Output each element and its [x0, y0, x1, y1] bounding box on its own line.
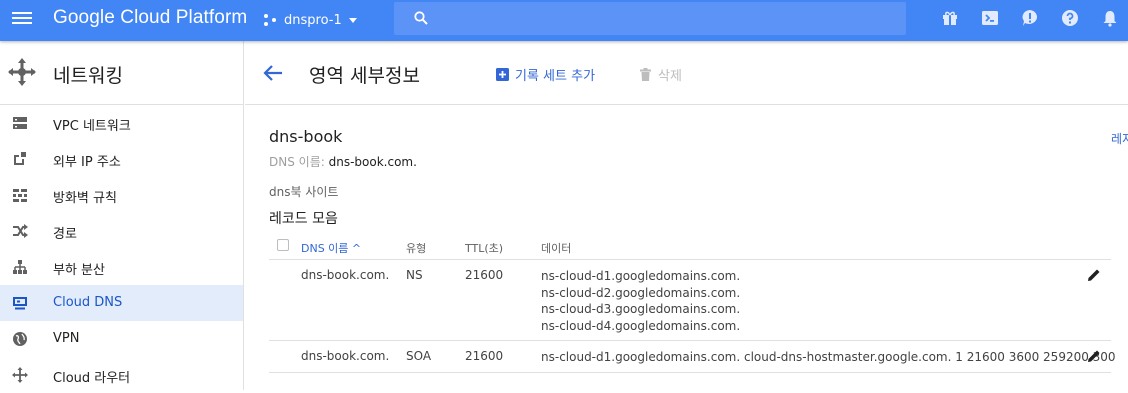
cloud-dns-icon: [13, 297, 27, 310]
vpc-network-icon: [13, 117, 27, 129]
routes-icon: [13, 224, 28, 238]
vpn-icon: [13, 332, 27, 346]
add-record-set-button[interactable]: 기록 세트 추가: [496, 65, 595, 84]
dns-name-value: dns-book.com.: [328, 155, 417, 169]
record-data-line: ns-cloud-d4.googledomains.com.: [541, 318, 741, 333]
cloud-router-icon: [12, 367, 28, 383]
sidebar-item-cloud-router[interactable]: Cloud 라우터: [0, 357, 243, 393]
sidebar-item-label: Cloud DNS: [53, 295, 123, 310]
dns-name-label: DNS 이름:: [269, 155, 325, 169]
records-table: DNS 이름 ^ 유형 TTL(초) 데이터 dns-book.com. NS …: [269, 231, 1116, 373]
page-title: 영역 세부정보: [309, 65, 420, 87]
cloud-shell-icon[interactable]: [981, 9, 999, 27]
zone-description: dns북 사이트: [269, 185, 339, 199]
delete-label: 삭제: [658, 69, 682, 84]
networking-icon: [8, 58, 36, 86]
zone-name: dns-book: [269, 127, 343, 146]
trash-icon: [640, 68, 651, 81]
records-section-title: 레코드 모음: [269, 211, 338, 227]
record-type: SOA: [406, 349, 432, 363]
dns-name-line: DNS 이름: dns-book.com.: [269, 153, 417, 170]
nav-title: 네트워킹: [53, 65, 123, 87]
record-ttl: 21600: [465, 349, 504, 363]
column-dns-name[interactable]: DNS 이름 ^: [301, 240, 361, 256]
select-all-checkbox[interactable]: [277, 239, 289, 251]
left-navigation: 네트워킹 VPC 네트워크 외부 IP 주소 방화벽 규칙 경로 부하 분산 C…: [0, 41, 244, 390]
back-arrow-icon[interactable]: [263, 64, 283, 82]
main-content: 영역 세부정보 기록 세트 추가 삭제 dns-book 레지 DNS 이름: …: [245, 41, 1128, 390]
top-app-bar: Google Cloud Platform dnspro-1: [0, 0, 1128, 41]
search-input[interactable]: [440, 2, 890, 35]
record-data: ns-cloud-d1.googledomains.com. cloud-dns…: [541, 350, 1116, 364]
record-dns-name: dns-book.com.: [301, 349, 390, 363]
project-icon: [264, 13, 278, 27]
project-name: dnspro-1: [284, 12, 342, 28]
sidebar-item-vpn[interactable]: VPN: [0, 321, 243, 357]
load-balancing-icon: [13, 260, 27, 274]
column-type: 유형: [406, 242, 427, 255]
chevron-down-icon: [348, 17, 357, 23]
record-dns-name: dns-book.com.: [301, 268, 390, 282]
search-icon: [414, 11, 428, 25]
sidebar-item-firewall[interactable]: 방화벽 규칙: [0, 177, 243, 213]
sidebar-item-load-balancing[interactable]: 부하 분산: [0, 249, 243, 285]
gift-icon[interactable]: [941, 9, 959, 27]
record-data: ns-cloud-d1.googledomains.com. ns-cloud-…: [541, 268, 740, 334]
record-data-line: ns-cloud-d3.googledomains.com.: [541, 302, 741, 316]
delete-button[interactable]: 삭제: [639, 65, 682, 84]
edit-pencil-icon[interactable]: [1087, 268, 1101, 282]
record-type: NS: [406, 268, 423, 282]
column-data: 데이터: [541, 242, 572, 255]
table-row: dns-book.com. SOA 21600 ns-cloud-d1.goog…: [269, 341, 1116, 373]
edit-pencil-icon[interactable]: [1087, 349, 1101, 363]
sidebar-item-label: VPC 네트워크: [53, 119, 131, 134]
record-data-line: ns-cloud-d1.googledomains.com.: [541, 269, 741, 283]
column-ttl: TTL(초): [465, 242, 504, 255]
sidebar-item-external-ip[interactable]: 외부 IP 주소: [0, 141, 243, 177]
external-ip-icon: [14, 152, 26, 165]
record-ttl: 21600: [465, 268, 504, 282]
menu-icon[interactable]: [12, 10, 32, 28]
bell-icon[interactable]: [1101, 9, 1119, 27]
firewall-icon: [13, 189, 27, 202]
nav-header: 네트워킹: [0, 41, 243, 105]
sidebar-item-label: 부하 분산: [53, 263, 105, 278]
help-icon[interactable]: [1061, 9, 1079, 27]
table-row: dns-book.com. NS 21600 ns-cloud-d1.googl…: [269, 260, 1111, 341]
notifications-alert-icon[interactable]: [1021, 9, 1039, 27]
sidebar-item-label: Cloud 라우터: [53, 371, 131, 386]
sidebar-item-routes[interactable]: 경로: [0, 213, 243, 249]
add-box-icon: [496, 68, 509, 81]
sidebar-item-label: VPN: [53, 331, 80, 346]
sidebar-item-label: 경로: [53, 227, 77, 242]
project-selector[interactable]: dnspro-1: [264, 10, 357, 30]
sidebar-item-label: 방화벽 규칙: [53, 191, 117, 206]
search-bar[interactable]: [394, 2, 906, 35]
registrar-link[interactable]: 레지: [1111, 130, 1128, 147]
sidebar-item-label: 외부 IP 주소: [53, 155, 121, 170]
product-title[interactable]: Google Cloud Platform: [53, 7, 247, 29]
sidebar-item-cloud-dns[interactable]: Cloud DNS: [0, 285, 243, 321]
add-record-set-label: 기록 세트 추가: [515, 69, 596, 84]
page-header: 영역 세부정보 기록 세트 추가 삭제: [245, 41, 1128, 105]
sidebar-item-vpc-network[interactable]: VPC 네트워크: [0, 105, 243, 141]
table-header: DNS 이름 ^ 유형 TTL(초) 데이터: [269, 231, 1111, 260]
record-data-line: ns-cloud-d2.googledomains.com.: [541, 285, 741, 300]
